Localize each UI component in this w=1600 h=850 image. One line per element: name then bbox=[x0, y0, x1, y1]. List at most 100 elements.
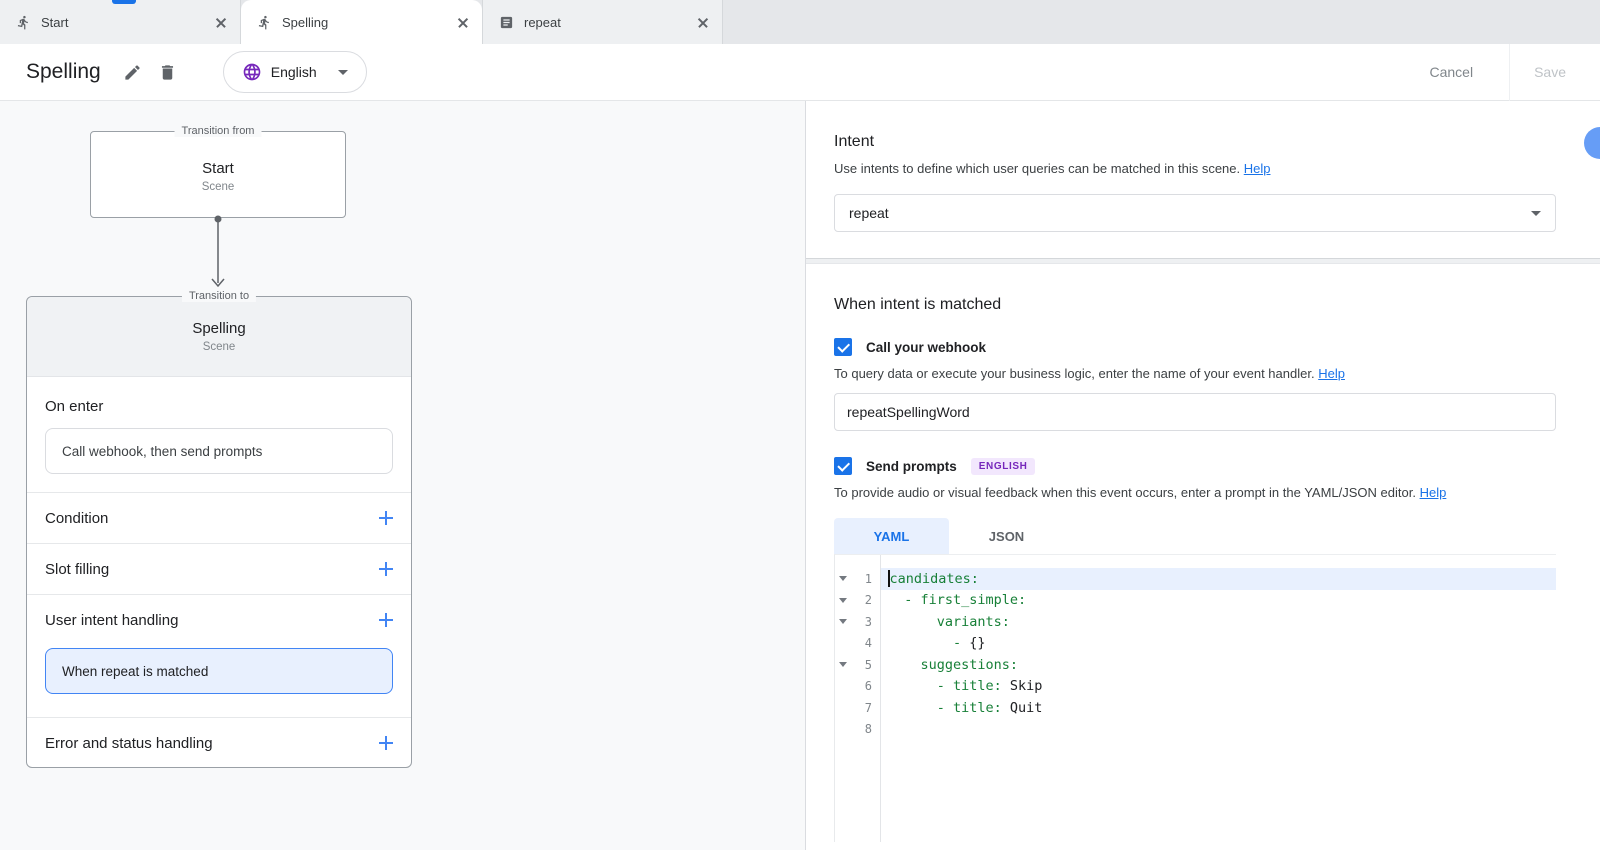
gutter-row: 5 bbox=[835, 654, 880, 676]
code-token: - bbox=[888, 635, 969, 651]
editor-gutter: 1 2 3 4 5 6 78 bbox=[835, 555, 881, 842]
webhook-label: Call your webhook bbox=[866, 340, 986, 355]
on-enter-title: On enter bbox=[45, 398, 393, 415]
scene-section-condition: Condition bbox=[27, 492, 411, 543]
webhook-handler-input[interactable] bbox=[834, 393, 1556, 431]
pencil-icon bbox=[123, 63, 142, 82]
yaml-editor: 1 2 3 4 5 6 78 candidates: - first_simple: var… bbox=[834, 554, 1556, 842]
editor-tab-start[interactable]: Start bbox=[0, 0, 241, 44]
section-title: User intent handling bbox=[45, 612, 178, 629]
language-label: English bbox=[271, 64, 317, 80]
code-token: {} bbox=[969, 635, 985, 651]
on-enter-handler-chip[interactable]: Call webhook, then send prompts bbox=[45, 428, 393, 474]
walking-person-icon bbox=[16, 15, 31, 30]
line-number: 6 bbox=[851, 679, 880, 693]
language-selector[interactable]: English bbox=[223, 51, 367, 93]
edit-title-button[interactable] bbox=[123, 63, 142, 82]
add-icon[interactable] bbox=[379, 613, 393, 627]
transition-arrow bbox=[204, 215, 232, 295]
close-icon[interactable] bbox=[212, 13, 230, 31]
add-icon[interactable] bbox=[379, 562, 393, 576]
line-number: 4 bbox=[851, 636, 880, 650]
prompts-description: To provide audio or visual feedback when… bbox=[834, 485, 1556, 500]
when-matched-heading: When intent is matched bbox=[834, 296, 1556, 314]
editor-tab-repeat[interactable]: repeat bbox=[482, 0, 723, 44]
intent-panel: Intent Use intents to define which user … bbox=[806, 101, 1600, 850]
line-number: 2 bbox=[851, 593, 880, 607]
cancel-button[interactable]: Cancel bbox=[1405, 64, 1497, 80]
send-prompts-label: Send prompts bbox=[866, 459, 957, 474]
intent-select[interactable]: repeat bbox=[834, 194, 1556, 232]
tab-label: repeat bbox=[524, 15, 684, 30]
format-tab-json[interactable]: JSON bbox=[949, 518, 1064, 554]
code-token: suggestions: bbox=[888, 657, 1018, 673]
intent-select-value: repeat bbox=[849, 205, 889, 221]
node-title: Start bbox=[91, 160, 345, 177]
intent-handler-chip[interactable]: When repeat is matched bbox=[45, 648, 393, 694]
transition-to-label: Transition to bbox=[182, 290, 256, 302]
prompts-description-text: To provide audio or visual feedback when… bbox=[834, 485, 1416, 500]
code-token: - title: bbox=[888, 678, 1010, 694]
intent-heading: Intent bbox=[834, 101, 1556, 151]
editor-code-area[interactable]: candidates: - first_simple: variants: - … bbox=[881, 555, 1556, 842]
webhook-checkbox[interactable] bbox=[834, 338, 852, 356]
add-icon[interactable] bbox=[379, 736, 393, 750]
code-line[interactable]: candidates: bbox=[881, 568, 1556, 590]
webhook-description: To query data or execute your business l… bbox=[834, 366, 1556, 381]
scene-header: Spelling English Cancel Save bbox=[0, 44, 1600, 101]
gutter-row: 4 bbox=[835, 633, 880, 655]
fold-arrow-icon[interactable] bbox=[839, 598, 847, 603]
scene-node-header[interactable]: Spelling Scene bbox=[27, 297, 411, 377]
scene-canvas[interactable]: Transition from Start Scene Transition t… bbox=[0, 101, 806, 850]
close-icon[interactable] bbox=[454, 13, 472, 31]
code-line[interactable]: - {} bbox=[881, 633, 1556, 655]
scene-node-spelling: Transition to Spelling Scene On enter Ca… bbox=[26, 296, 412, 768]
code-token: candidates: bbox=[890, 571, 979, 587]
editor-format-tabs: YAMLJSON bbox=[834, 518, 1556, 554]
code-line[interactable]: - title: Quit bbox=[881, 697, 1556, 719]
code-token: - title: bbox=[888, 700, 1010, 716]
fold-arrow-icon[interactable] bbox=[839, 619, 847, 624]
globe-icon bbox=[242, 62, 262, 82]
chevron-down-icon bbox=[338, 70, 348, 75]
fold-column bbox=[835, 662, 851, 667]
gutter-row: 7 bbox=[835, 697, 880, 719]
trash-icon bbox=[158, 63, 177, 82]
webhook-help-link[interactable]: Help bbox=[1318, 366, 1345, 381]
intent-description-text: Use intents to define which user queries… bbox=[834, 161, 1240, 176]
scene-node-start[interactable]: Transition from Start Scene bbox=[90, 131, 346, 218]
node-subtitle: Scene bbox=[91, 181, 345, 193]
delete-scene-button[interactable] bbox=[158, 63, 177, 82]
scene-section-slot-filling: Slot filling bbox=[27, 543, 411, 594]
fold-arrow-icon[interactable] bbox=[839, 662, 847, 667]
article-icon bbox=[499, 15, 514, 30]
section-title: Error and status handling bbox=[45, 735, 213, 752]
code-line[interactable]: variants: bbox=[881, 611, 1556, 633]
prompts-help-link[interactable]: Help bbox=[1420, 485, 1447, 500]
code-line[interactable]: suggestions: bbox=[881, 654, 1556, 676]
code-token: variants: bbox=[888, 614, 1010, 630]
format-tab-yaml[interactable]: YAML bbox=[834, 518, 949, 554]
code-token: Skip bbox=[1010, 678, 1043, 694]
on-enter-section: On enter Call webhook, then send prompts bbox=[27, 377, 411, 492]
send-prompts-checkbox[interactable] bbox=[834, 457, 852, 475]
code-line[interactable]: - title: Skip bbox=[881, 676, 1556, 698]
fold-arrow-icon[interactable] bbox=[839, 576, 847, 581]
section-title: Condition bbox=[45, 510, 108, 527]
intent-help-link[interactable]: Help bbox=[1244, 161, 1271, 176]
page-title: Spelling bbox=[26, 60, 101, 84]
tab-label: Start bbox=[41, 15, 202, 30]
close-icon[interactable] bbox=[694, 13, 712, 31]
gutter-row: 1 bbox=[835, 568, 880, 590]
code-line[interactable] bbox=[881, 719, 1556, 741]
code-token: Quit bbox=[1010, 700, 1043, 716]
gutter-row: 3 bbox=[835, 611, 880, 633]
save-button[interactable]: Save bbox=[1510, 64, 1574, 80]
line-number: 1 bbox=[851, 572, 880, 586]
gutter-row: 8 bbox=[835, 719, 880, 741]
code-line[interactable]: - first_simple: bbox=[881, 590, 1556, 612]
editor-tab-spelling[interactable]: Spelling bbox=[241, 0, 482, 44]
intent-handler-chip-wrap: When repeat is matched bbox=[27, 645, 411, 717]
gutter-row: 2 bbox=[835, 590, 880, 612]
add-icon[interactable] bbox=[379, 511, 393, 525]
